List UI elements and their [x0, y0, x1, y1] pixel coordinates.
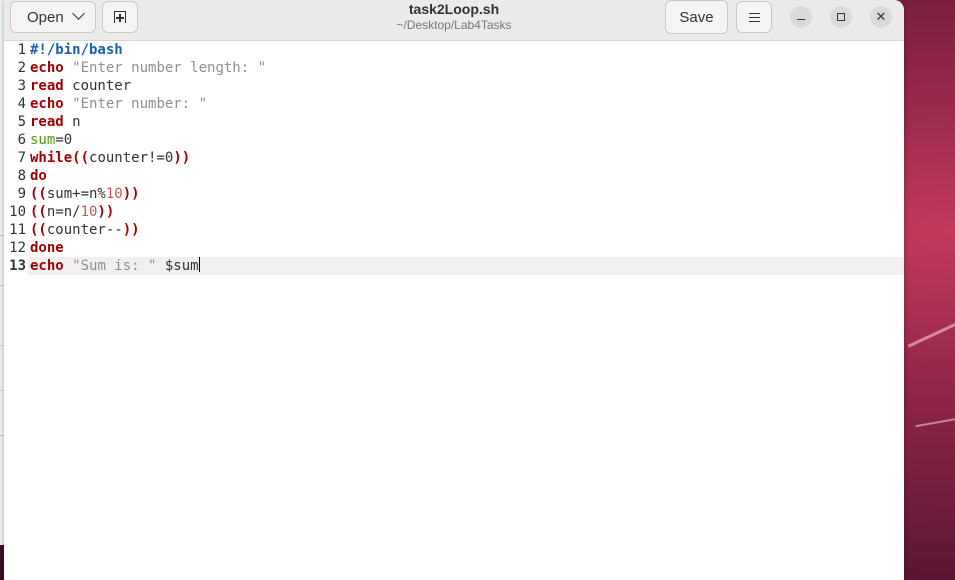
new-tab-icon	[114, 11, 126, 23]
code-token: ((	[30, 222, 47, 238]
code-text: sum=0	[30, 131, 72, 149]
line-number: 4	[17, 96, 26, 112]
line-number: 6	[17, 132, 26, 148]
code-token: sum	[30, 132, 56, 148]
line-number: 11	[9, 222, 26, 238]
code-token: ((	[72, 150, 90, 166]
close-icon: ✕	[875, 9, 887, 25]
code-token: ((	[30, 204, 47, 220]
code-token: 10	[80, 204, 98, 220]
document-title: task2Loop.sh	[408, 1, 500, 17]
code-text: while((counter!=0))	[30, 149, 190, 167]
open-button[interactable]: Open	[10, 1, 96, 33]
code-token: $sum	[156, 258, 199, 274]
wallpaper-streak	[915, 414, 955, 428]
code-text: echo "Sum is: " $sum	[30, 257, 200, 275]
code-token: =0	[55, 132, 73, 148]
minimize-button[interactable]	[790, 6, 812, 28]
code-token: do	[30, 168, 47, 184]
code-token: n	[63, 114, 81, 130]
code-text: echo "Enter number length: "	[30, 59, 266, 77]
chevron-down-icon	[72, 7, 85, 20]
line-number: 8	[17, 168, 26, 184]
code-token: read	[30, 78, 64, 94]
line-number: 10	[9, 204, 26, 220]
line-number: 7	[17, 150, 26, 166]
line-number: 12	[9, 240, 26, 256]
code-token: read	[30, 114, 64, 130]
line-number: 5	[17, 114, 26, 130]
code-text: read counter	[30, 77, 131, 95]
code-token: echo	[30, 60, 64, 76]
code-token: echo	[30, 96, 64, 112]
code-token: "Enter number length: "	[72, 60, 267, 76]
line-number: 3	[17, 78, 26, 94]
minimize-icon	[797, 18, 805, 21]
code-text: read n	[30, 113, 81, 131]
code-token: 10	[105, 186, 123, 202]
line-number: 13	[9, 258, 26, 274]
code-token: while	[30, 150, 73, 166]
code-token: counter	[63, 78, 132, 94]
code-token: ))	[122, 222, 140, 238]
code-token: ))	[173, 150, 191, 166]
maximize-icon	[837, 13, 845, 21]
code-text: ((n=n/10))	[30, 203, 114, 221]
maximize-button[interactable]	[830, 6, 852, 28]
main-menu-button[interactable]	[736, 1, 772, 33]
code-text: #!/bin/bash	[30, 41, 123, 59]
code-text: ((sum+=n%10))	[30, 185, 140, 203]
wallpaper-streak	[907, 315, 955, 348]
code-token: sum+=n%	[46, 186, 106, 202]
header-bar: Open task2Loop.sh ~/Desktop/Lab4Tasks Sa…	[4, 0, 904, 41]
code-token: #!/bin/bash	[30, 42, 123, 58]
open-button-label: Open	[27, 8, 64, 26]
code-token: "Sum is: "	[72, 258, 157, 274]
text-cursor	[198, 257, 200, 272]
text-editor-window: Open task2Loop.sh ~/Desktop/Lab4Tasks Sa…	[4, 0, 904, 580]
document-path: ~/Desktop/Lab4Tasks	[396, 18, 512, 32]
hamburger-menu-icon	[748, 12, 760, 22]
code-token: counter!=0	[89, 150, 174, 166]
code-text: echo "Enter number: "	[30, 95, 207, 113]
code-editor[interactable]: 1 #!/bin/bash 2 echo "Enter number length: …	[4, 41, 904, 580]
code-text: do	[30, 167, 47, 185]
new-tab-button[interactable]	[102, 1, 138, 33]
window-title-area: task2Loop.sh ~/Desktop/Lab4Tasks	[304, 1, 604, 33]
code-token: ((	[30, 186, 47, 202]
code-token: counter--	[46, 222, 123, 238]
code-text: ((counter--))	[30, 221, 140, 239]
code-token: "Enter number: "	[72, 96, 208, 112]
code-token: echo	[30, 258, 64, 274]
line-number: 2	[17, 60, 26, 76]
save-button[interactable]: Save	[665, 0, 728, 34]
close-button[interactable]: ✕	[870, 6, 892, 28]
code-token: done	[30, 240, 64, 256]
line-number: 1	[17, 42, 26, 58]
line-number: 9	[17, 186, 26, 202]
code-text: done	[30, 239, 64, 257]
code-token: n=n/	[46, 204, 81, 220]
code-token: ))	[97, 204, 115, 220]
code-token: ))	[122, 186, 140, 202]
